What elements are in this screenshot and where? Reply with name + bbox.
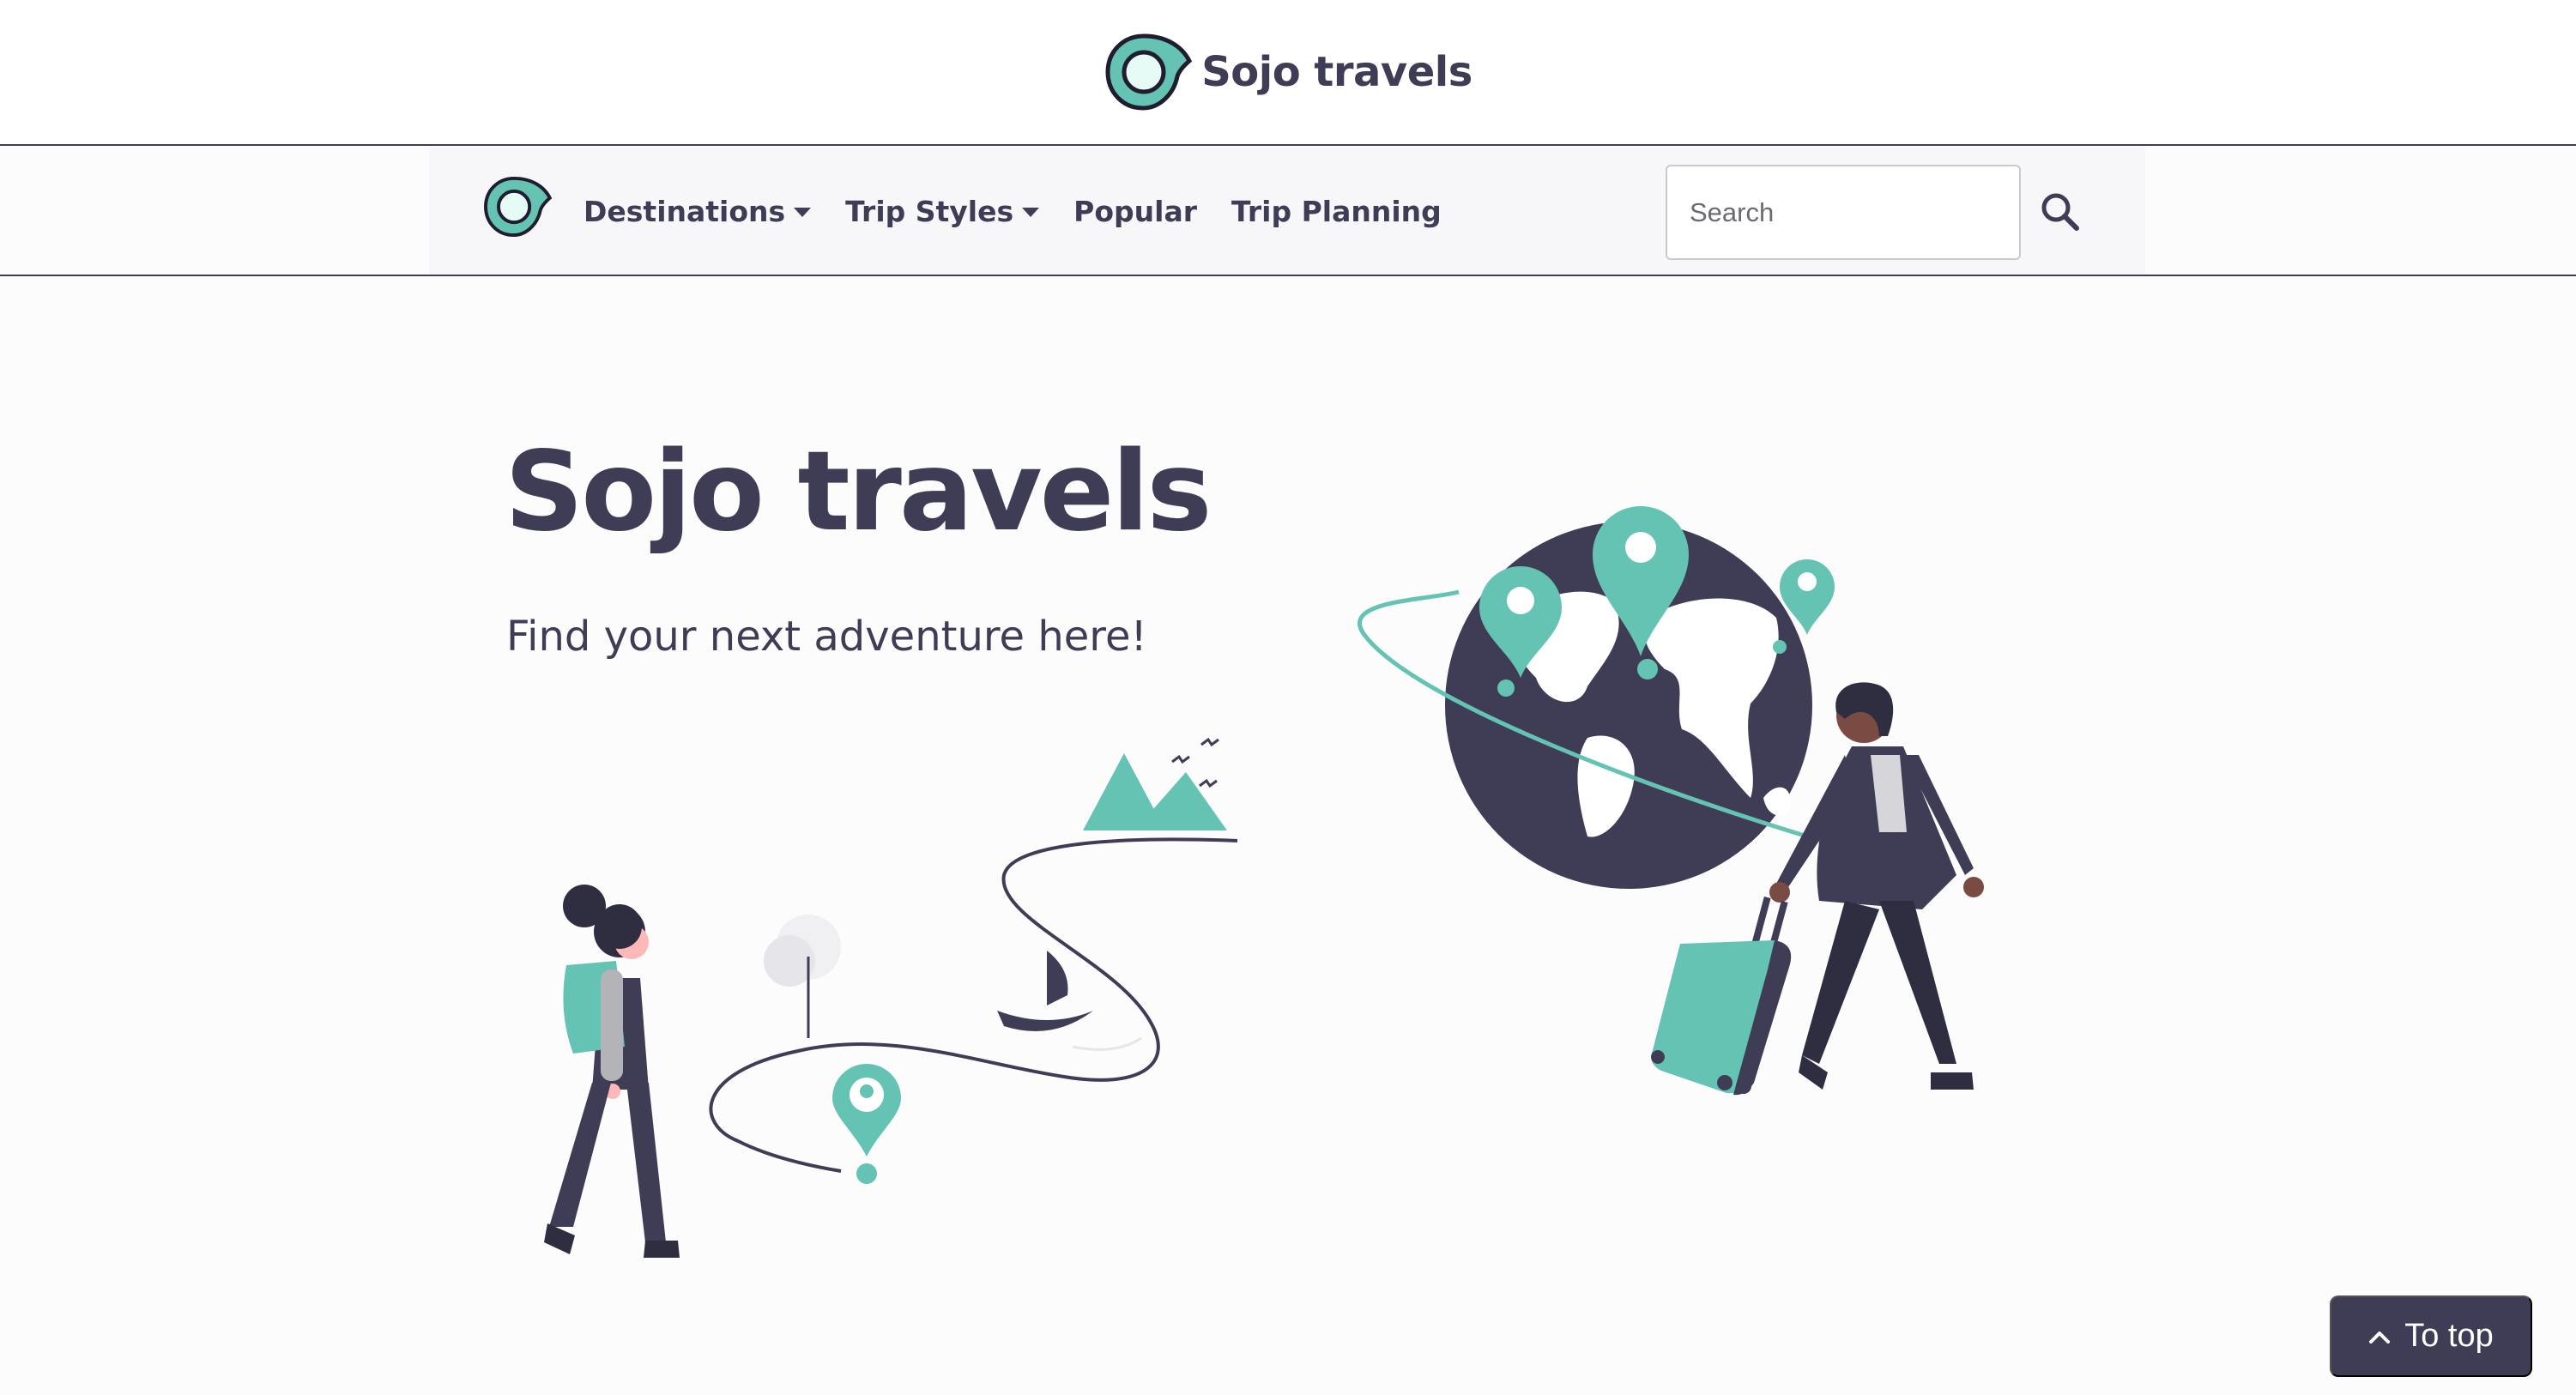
nav-item-trip-styles[interactable]: Trip Styles: [845, 194, 1040, 228]
brand-name: Sojo travels: [1201, 48, 1472, 96]
nav-item-label: Destinations: [584, 194, 786, 228]
chevron-up-icon: [2369, 1331, 2391, 1344]
map-pin-eye-icon: [484, 176, 553, 238]
site-header: Sojo travels: [0, 0, 2576, 146]
nav-item-label: Popular: [1073, 194, 1197, 228]
navbar-container: Destinations Trip Styles Popular Trip Pl…: [429, 148, 2145, 275]
nav-links: Destinations Trip Styles Popular Trip Pl…: [584, 148, 1442, 275]
search-button[interactable]: [2039, 190, 2082, 233]
hero-title: Sojo travels: [505, 428, 1212, 556]
nav-item-destinations[interactable]: Destinations: [584, 194, 812, 228]
search-icon: [2041, 193, 2079, 231]
nav-item-trip-planning[interactable]: Trip Planning: [1231, 195, 1442, 228]
nav-logo-link[interactable]: [482, 175, 553, 242]
brand-link[interactable]: Sojo travels: [1104, 32, 1472, 112]
to-top-button[interactable]: To top: [2330, 1295, 2532, 1377]
main-navbar: Destinations Trip Styles Popular Trip Pl…: [0, 148, 2576, 276]
travelers-globe-illustration: [544, 506, 1984, 1258]
search-input[interactable]: [1666, 165, 2021, 260]
to-top-label: To top: [2404, 1318, 2494, 1354]
hero-subtitle: Find your next adventure here!: [506, 613, 1147, 661]
caret-down-icon: [1022, 207, 1040, 217]
map-pin-eye-icon: [1105, 33, 1193, 111]
nav-item-label: Trip Planning: [1231, 194, 1442, 228]
caret-down-icon: [794, 207, 812, 217]
nav-item-label: Trip Styles: [845, 194, 1014, 228]
nav-item-popular[interactable]: Popular: [1073, 195, 1197, 228]
